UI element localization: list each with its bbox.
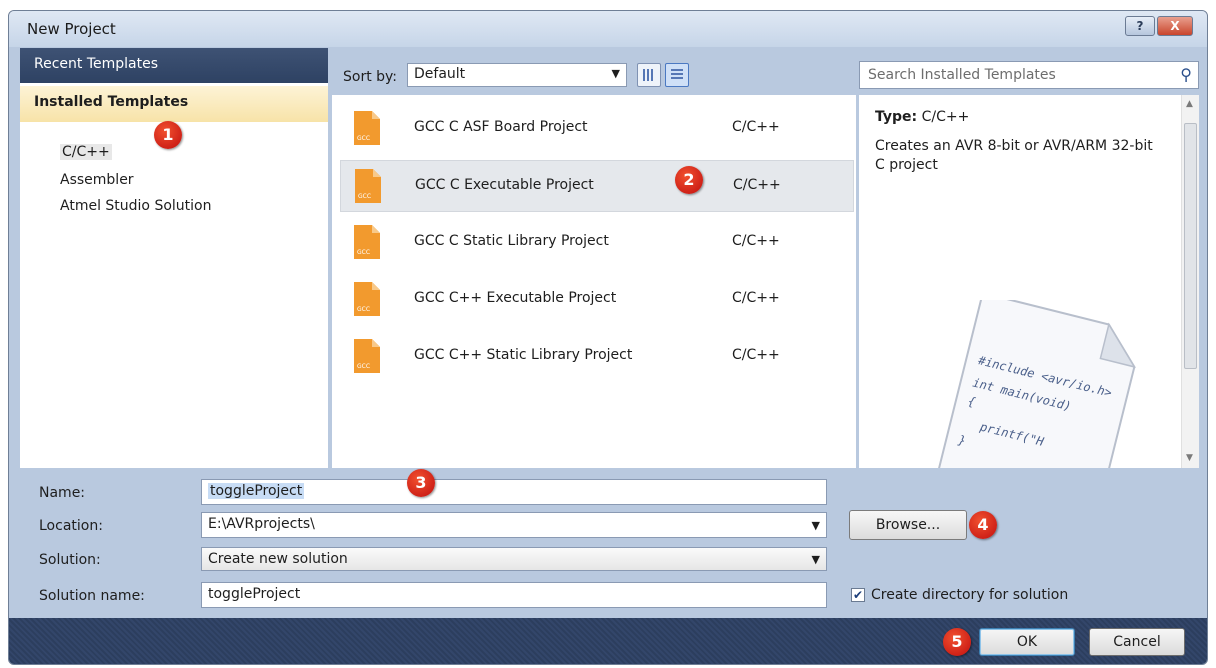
svg-text:GCC: GCC xyxy=(357,135,370,142)
type-label: Type: xyxy=(875,109,918,125)
template-row-gcc-c-executable[interactable]: GCC GCC C Executable Project C/C++ xyxy=(340,160,854,212)
type-value: C/C++ xyxy=(921,109,970,125)
ok-button[interactable]: OK xyxy=(979,628,1075,656)
template-row-gcc-c-asf-board[interactable]: GCC GCC C ASF Board Project C/C++ xyxy=(340,103,854,155)
gcc-template-icon: GCC xyxy=(354,339,380,373)
gcc-template-icon: GCC xyxy=(354,111,380,145)
name-label: Name: xyxy=(39,485,86,501)
annotation-badge-2: 2 xyxy=(675,166,703,194)
location-value: E:\AVRprojects\ xyxy=(208,516,315,532)
recent-templates-header[interactable]: Recent Templates xyxy=(20,48,328,83)
template-name: GCC C++ Static Library Project xyxy=(414,347,633,363)
template-name: GCC C Executable Project xyxy=(415,177,594,193)
scroll-down-icon[interactable]: ▼ xyxy=(1186,453,1193,463)
template-row-gcc-cpp-static-library[interactable]: GCC GCC C++ Static Library Project C/C++ xyxy=(340,331,854,383)
project-name-input[interactable]: toggleProject xyxy=(201,479,827,505)
code-document-preview-icon: #include <avr/io.h> int main(void) { pri… xyxy=(935,300,1136,468)
type-line: Type: C/C++ xyxy=(875,109,969,125)
cancel-button[interactable]: Cancel xyxy=(1089,628,1185,656)
new-project-dialog: New Project ? X Recent Templates Install… xyxy=(8,10,1208,665)
search-placeholder: Search Installed Templates xyxy=(868,67,1056,83)
title-bar[interactable]: New Project ? X xyxy=(9,11,1207,47)
chevron-down-icon: ▼ xyxy=(611,67,620,80)
template-language: C/C++ xyxy=(732,290,780,306)
help-button[interactable]: ? xyxy=(1125,16,1155,36)
template-row-gcc-c-static-library[interactable]: GCC GCC C Static Library Project C/C++ xyxy=(340,217,854,269)
svg-text:GCC: GCC xyxy=(357,249,370,256)
template-name: GCC C ASF Board Project xyxy=(414,119,588,135)
location-combobox[interactable]: E:\AVRprojects\ ▼ xyxy=(201,512,827,538)
annotation-badge-5: 5 xyxy=(943,628,971,656)
template-language: C/C++ xyxy=(733,177,781,193)
gcc-template-icon: GCC xyxy=(354,225,380,259)
category-atmel-studio-solution[interactable]: Atmel Studio Solution xyxy=(60,198,211,214)
template-list: GCC GCC C ASF Board Project C/C++ GCC GC… xyxy=(332,95,856,468)
search-icon[interactable]: ⚲ xyxy=(1180,65,1192,84)
annotation-badge-3: 3 xyxy=(407,469,435,497)
solution-value: Create new solution xyxy=(208,551,348,567)
svg-text:GCC: GCC xyxy=(357,306,370,313)
svg-text:GCC: GCC xyxy=(358,193,371,200)
template-name: GCC C Static Library Project xyxy=(414,233,609,249)
scrollbar-thumb[interactable] xyxy=(1184,123,1197,369)
sort-by-label: Sort by: xyxy=(343,69,398,85)
template-name: GCC C++ Executable Project xyxy=(414,290,617,306)
template-row-gcc-cpp-executable[interactable]: GCC GCC C++ Executable Project C/C++ xyxy=(340,274,854,326)
annotation-badge-1: 1 xyxy=(154,121,182,149)
solution-name-label: Solution name: xyxy=(39,588,145,604)
template-details-pane: Type: C/C++ Creates an AVR 8-bit or AVR/… xyxy=(859,95,1199,468)
svg-text:GCC: GCC xyxy=(357,363,370,370)
template-language: C/C++ xyxy=(732,233,780,249)
details-view-button[interactable] xyxy=(665,63,689,87)
gcc-template-icon: GCC xyxy=(355,169,381,203)
scroll-up-icon[interactable]: ▲ xyxy=(1186,99,1193,109)
create-directory-checkbox[interactable]: ✔ xyxy=(851,588,865,602)
solution-name-input[interactable]: toggleProject xyxy=(201,582,827,608)
browse-button[interactable]: Browse... xyxy=(849,510,967,540)
medium-icons-view-button[interactable] xyxy=(637,63,661,87)
category-c-cpp[interactable]: C/C++ xyxy=(60,144,112,160)
grid-view-icon xyxy=(643,69,655,81)
gcc-template-icon: GCC xyxy=(354,282,380,316)
sort-by-value: Default xyxy=(414,66,466,82)
installed-templates-header[interactable]: Installed Templates xyxy=(20,86,328,122)
create-directory-label[interactable]: Create directory for solution xyxy=(871,587,1068,603)
sort-by-dropdown[interactable]: Default ▼ xyxy=(407,63,627,87)
template-language: C/C++ xyxy=(732,347,780,363)
template-categories-pane: Recent Templates Installed Templates C/C… xyxy=(20,48,328,468)
list-view-icon xyxy=(671,69,683,81)
category-assembler[interactable]: Assembler xyxy=(60,172,134,188)
annotation-badge-4: 4 xyxy=(969,511,997,539)
template-description: Creates an AVR 8-bit or AVR/ARM 32-bit C… xyxy=(875,138,1153,173)
search-templates-input[interactable]: Search Installed Templates ⚲ xyxy=(859,61,1199,89)
window-title: New Project xyxy=(27,20,116,38)
details-scrollbar[interactable]: ▲ ▼ xyxy=(1181,95,1199,468)
solution-name-value: toggleProject xyxy=(208,586,301,602)
chevron-down-icon[interactable]: ▼ xyxy=(812,519,820,532)
solution-dropdown[interactable]: Create new solution ▼ xyxy=(201,547,827,571)
project-name-value: toggleProject xyxy=(208,483,305,499)
template-language: C/C++ xyxy=(732,119,780,135)
solution-label: Solution: xyxy=(39,552,101,568)
location-label: Location: xyxy=(39,518,103,534)
close-button[interactable]: X xyxy=(1157,16,1193,36)
chevron-down-icon: ▼ xyxy=(811,553,820,566)
